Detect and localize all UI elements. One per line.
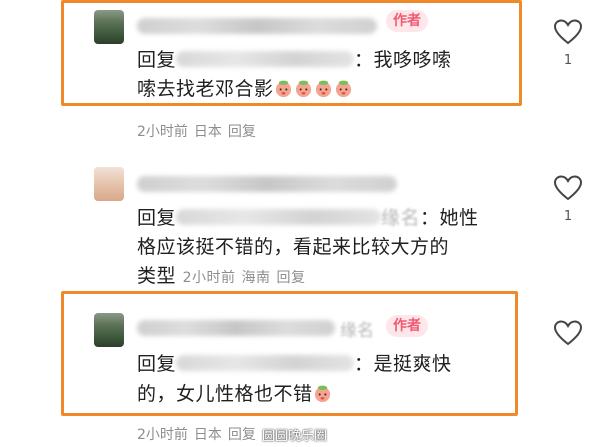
timestamp: 2小时前 (137, 124, 188, 140)
comment-meta: 2小时前 日本 回复 (137, 424, 262, 444)
heart-outline-icon[interactable] (553, 319, 583, 347)
mention-tail: 缘名 (381, 207, 421, 229)
location: 日本 (193, 124, 222, 140)
like-count: 1 (563, 209, 573, 224)
avatar[interactable] (94, 167, 124, 201)
highlight-box (61, 0, 522, 106)
timestamp: 2小时前 (182, 270, 236, 286)
heart-outline-icon[interactable] (553, 18, 583, 46)
highlight-box (61, 291, 518, 416)
watermark: 圆圆晚乐圈 (262, 429, 328, 444)
comment-text-line3: 类型 2小时前 海南 回复 (137, 264, 311, 291)
timestamp: 2小时前 (137, 427, 188, 443)
comment-text-line2: 格应该挺不错的，看起来比较大方的 (137, 236, 450, 258)
comment-meta: 2小时前 日本 回复 (137, 121, 262, 141)
username-blurred[interactable] (137, 176, 397, 192)
comment-meta: 2小时前 海南 回复 (183, 270, 312, 286)
reply-prefix: 回复 (137, 207, 177, 229)
comment-text-line1: 回复 缘名：她性 (137, 207, 479, 229)
location: 海南 (241, 270, 271, 286)
reply-link[interactable]: 回复 (228, 124, 256, 140)
reply-link[interactable]: 回复 (228, 427, 256, 443)
heart-outline-icon[interactable] (553, 174, 583, 202)
like-count: 1 (563, 53, 573, 68)
location: 日本 (193, 427, 222, 443)
reply-link[interactable]: 回复 (276, 270, 305, 286)
mention-blurred[interactable] (176, 209, 382, 225)
